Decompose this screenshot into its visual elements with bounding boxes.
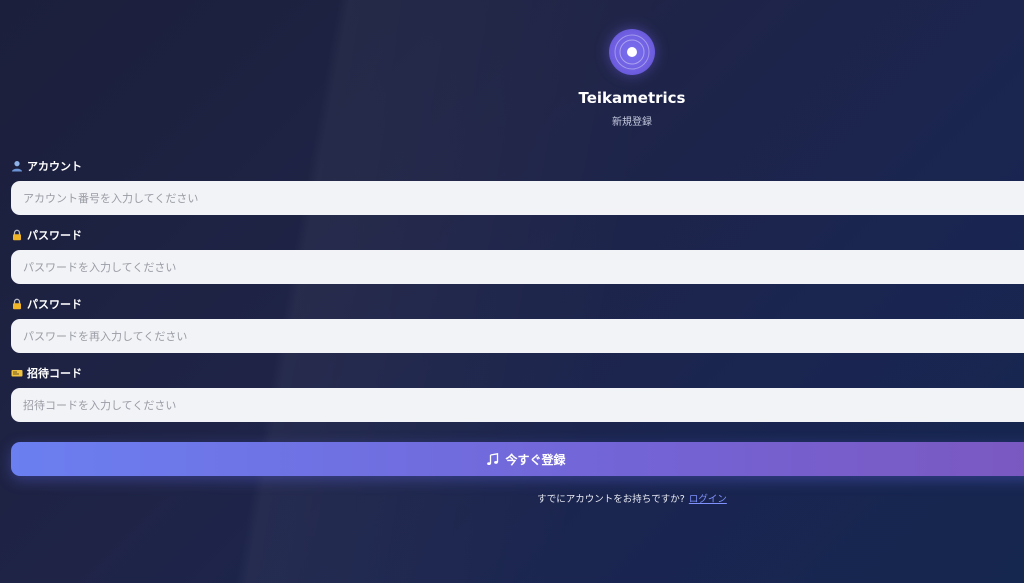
login-link[interactable]: ログイン (689, 494, 727, 505)
vinyl-record-icon (614, 34, 650, 70)
login-prompt-text: すでにアカウントをお持ちですか? (537, 494, 685, 505)
brand-logo (609, 29, 655, 75)
brand-name: Teikametrics (578, 89, 686, 107)
page-subtitle: 新規登録 (612, 117, 652, 128)
lock-icon (13, 298, 21, 310)
lock-icon (13, 229, 21, 241)
account-label-text: アカウント (27, 160, 82, 173)
password-confirm-label: パスワード (11, 297, 82, 311)
invite-code-label-text: 招待コード (27, 367, 82, 380)
password-input[interactable] (11, 250, 1024, 284)
login-prompt: すでにアカウントをお持ちですか? ログイン (432, 491, 832, 505)
register-button-label: 今すぐ登録 (505, 452, 566, 467)
user-icon (12, 161, 22, 172)
invite-code-input[interactable] (11, 388, 1024, 422)
invite-code-label: 招待コード (11, 366, 82, 380)
password-confirm-input[interactable] (11, 319, 1024, 353)
ticket-icon (11, 370, 23, 377)
music-note-icon (487, 452, 499, 465)
password-label: パスワード (11, 228, 82, 242)
account-label: アカウント (11, 159, 82, 173)
password-confirm-label-text: パスワード (27, 298, 82, 311)
account-input[interactable] (11, 181, 1024, 215)
password-label-text: パスワード (27, 229, 82, 242)
register-button[interactable]: 今すぐ登録 (11, 442, 1024, 476)
